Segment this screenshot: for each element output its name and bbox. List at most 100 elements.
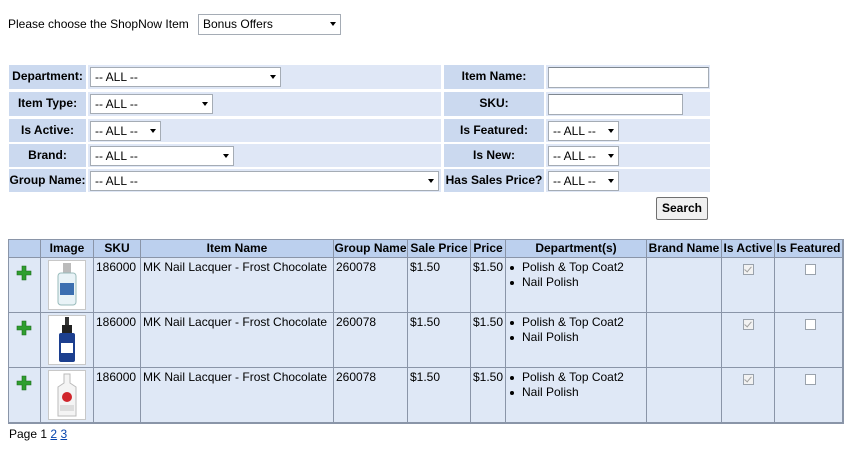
is-active-checkbox bbox=[743, 319, 754, 330]
group-name-text: 260078 bbox=[336, 370, 377, 384]
cell-price: $1.50 bbox=[471, 313, 506, 368]
search-button[interactable]: Search bbox=[656, 197, 708, 220]
cell-departments: Polish & Top Coat2 Nail Polish bbox=[506, 258, 647, 313]
item-name-text: MK Nail Lacquer - Frost Chocolate bbox=[143, 370, 328, 384]
item-type-select[interactable]: -- ALL -- bbox=[90, 94, 213, 114]
cell-add bbox=[9, 258, 41, 313]
item-name-text: MK Nail Lacquer - Frost Chocolate bbox=[143, 315, 328, 329]
is-new-value: -- ALL -- bbox=[553, 149, 596, 163]
pagination-link-2[interactable]: 2 bbox=[50, 427, 57, 441]
cell-brand-name bbox=[647, 368, 722, 423]
cell-item-name: MK Nail Lacquer - Frost Chocolate bbox=[141, 313, 334, 368]
group-name-text: 260078 bbox=[336, 260, 377, 274]
is-new-select[interactable]: -- ALL -- bbox=[548, 146, 619, 166]
cell-group-name: 260078 bbox=[334, 258, 408, 313]
sku-text: 186000 bbox=[96, 370, 137, 384]
is-new-label: Is New: bbox=[444, 144, 544, 167]
cell-departments: Polish & Top Coat2 Nail Polish bbox=[506, 368, 647, 423]
department-item: Polish & Top Coat2 bbox=[510, 315, 644, 330]
department-item: Polish & Top Coat2 bbox=[510, 260, 644, 275]
is-featured-select[interactable]: -- ALL -- bbox=[548, 121, 619, 141]
is-featured-checkbox[interactable] bbox=[805, 374, 816, 385]
cell-add bbox=[9, 368, 41, 423]
item-name-input[interactable] bbox=[548, 67, 709, 88]
column-header-sku: SKU bbox=[94, 240, 141, 258]
item-chooser-select[interactable]: Bonus Offers bbox=[198, 14, 341, 35]
brand-value: -- ALL -- bbox=[95, 149, 138, 163]
brand-label: Brand: bbox=[9, 144, 86, 167]
item-name-text: MK Nail Lacquer - Frost Chocolate bbox=[143, 260, 328, 274]
cell-sale-price: $1.50 bbox=[408, 368, 471, 423]
cell-sku: 186000 bbox=[94, 313, 141, 368]
column-header-price: Price bbox=[471, 240, 506, 258]
is-active-select[interactable]: -- ALL -- bbox=[90, 121, 161, 141]
item-name-label: Item Name: bbox=[444, 65, 544, 89]
group-name-select[interactable]: -- ALL -- bbox=[90, 171, 439, 191]
cell-is-active bbox=[722, 313, 775, 368]
group-name-value: -- ALL -- bbox=[95, 174, 138, 188]
cell-group-name: 260078 bbox=[334, 368, 408, 423]
department-item: Nail Polish bbox=[510, 275, 644, 290]
column-header-item-name: Item Name bbox=[141, 240, 334, 258]
cell-sale-price: $1.50 bbox=[408, 258, 471, 313]
column-header-sale-price: Sale Price bbox=[408, 240, 471, 258]
has-sales-price-select[interactable]: -- ALL -- bbox=[548, 171, 619, 191]
cell-image bbox=[41, 258, 94, 313]
department-label: Department: bbox=[9, 65, 86, 89]
sale-price-text: $1.50 bbox=[410, 370, 441, 384]
price-text: $1.50 bbox=[473, 260, 504, 274]
is-active-checkbox bbox=[743, 374, 754, 385]
department-value: -- ALL -- bbox=[95, 70, 138, 84]
cell-sku: 186000 bbox=[94, 258, 141, 313]
department-item: Polish & Top Coat2 bbox=[510, 370, 644, 385]
column-header-departments: Department(s) bbox=[506, 240, 647, 258]
item-chooser-label: Please choose the ShopNow Item bbox=[8, 17, 189, 31]
column-header-add bbox=[9, 240, 41, 258]
cell-sale-price: $1.50 bbox=[408, 313, 471, 368]
cell-is-featured bbox=[775, 313, 843, 368]
brand-select[interactable]: -- ALL -- bbox=[90, 146, 234, 166]
product-thumbnail[interactable] bbox=[48, 370, 86, 420]
chevron-down-icon bbox=[608, 179, 614, 183]
cell-price: $1.50 bbox=[471, 368, 506, 423]
group-name-text: 260078 bbox=[336, 315, 377, 329]
product-thumbnail[interactable] bbox=[48, 315, 86, 365]
department-item: Nail Polish bbox=[510, 385, 644, 400]
is-active-value: -- ALL -- bbox=[95, 124, 138, 138]
chevron-down-icon bbox=[150, 129, 156, 133]
sku-text: 186000 bbox=[96, 260, 137, 274]
cell-brand-name bbox=[647, 313, 722, 368]
has-sales-price-label: Has Sales Price? bbox=[444, 169, 544, 192]
is-featured-checkbox[interactable] bbox=[805, 264, 816, 275]
column-header-image: Image bbox=[41, 240, 94, 258]
pagination-current: 1 bbox=[40, 427, 48, 441]
cell-sku: 186000 bbox=[94, 368, 141, 423]
sku-input[interactable] bbox=[548, 94, 683, 115]
price-text: $1.50 bbox=[473, 370, 504, 384]
item-type-value: -- ALL -- bbox=[95, 97, 138, 111]
cell-brand-name bbox=[647, 258, 722, 313]
department-select[interactable]: -- ALL -- bbox=[90, 67, 281, 87]
cell-is-featured bbox=[775, 258, 843, 313]
chevron-down-icon bbox=[608, 154, 614, 158]
department-list: Polish & Top Coat2 Nail Polish bbox=[508, 260, 644, 290]
chevron-down-icon bbox=[202, 102, 208, 106]
chevron-down-icon bbox=[223, 154, 229, 158]
product-thumbnail[interactable] bbox=[48, 260, 86, 310]
is-featured-label: Is Featured: bbox=[444, 119, 544, 142]
price-text: $1.50 bbox=[473, 315, 504, 329]
chevron-down-icon bbox=[270, 75, 276, 79]
add-icon[interactable] bbox=[16, 375, 32, 391]
add-icon[interactable] bbox=[16, 320, 32, 336]
chevron-down-icon bbox=[428, 179, 434, 183]
is-active-checkbox bbox=[743, 264, 754, 275]
column-header-group-name: Group Name bbox=[334, 240, 408, 258]
pagination-link-3[interactable]: 3 bbox=[60, 427, 67, 441]
sale-price-text: $1.50 bbox=[410, 260, 441, 274]
group-name-label: Group Name: bbox=[9, 169, 86, 192]
cell-price: $1.50 bbox=[471, 258, 506, 313]
chevron-down-icon bbox=[330, 22, 336, 26]
is-featured-checkbox[interactable] bbox=[805, 319, 816, 330]
add-icon[interactable] bbox=[16, 265, 32, 281]
is-featured-value: -- ALL -- bbox=[553, 124, 596, 138]
